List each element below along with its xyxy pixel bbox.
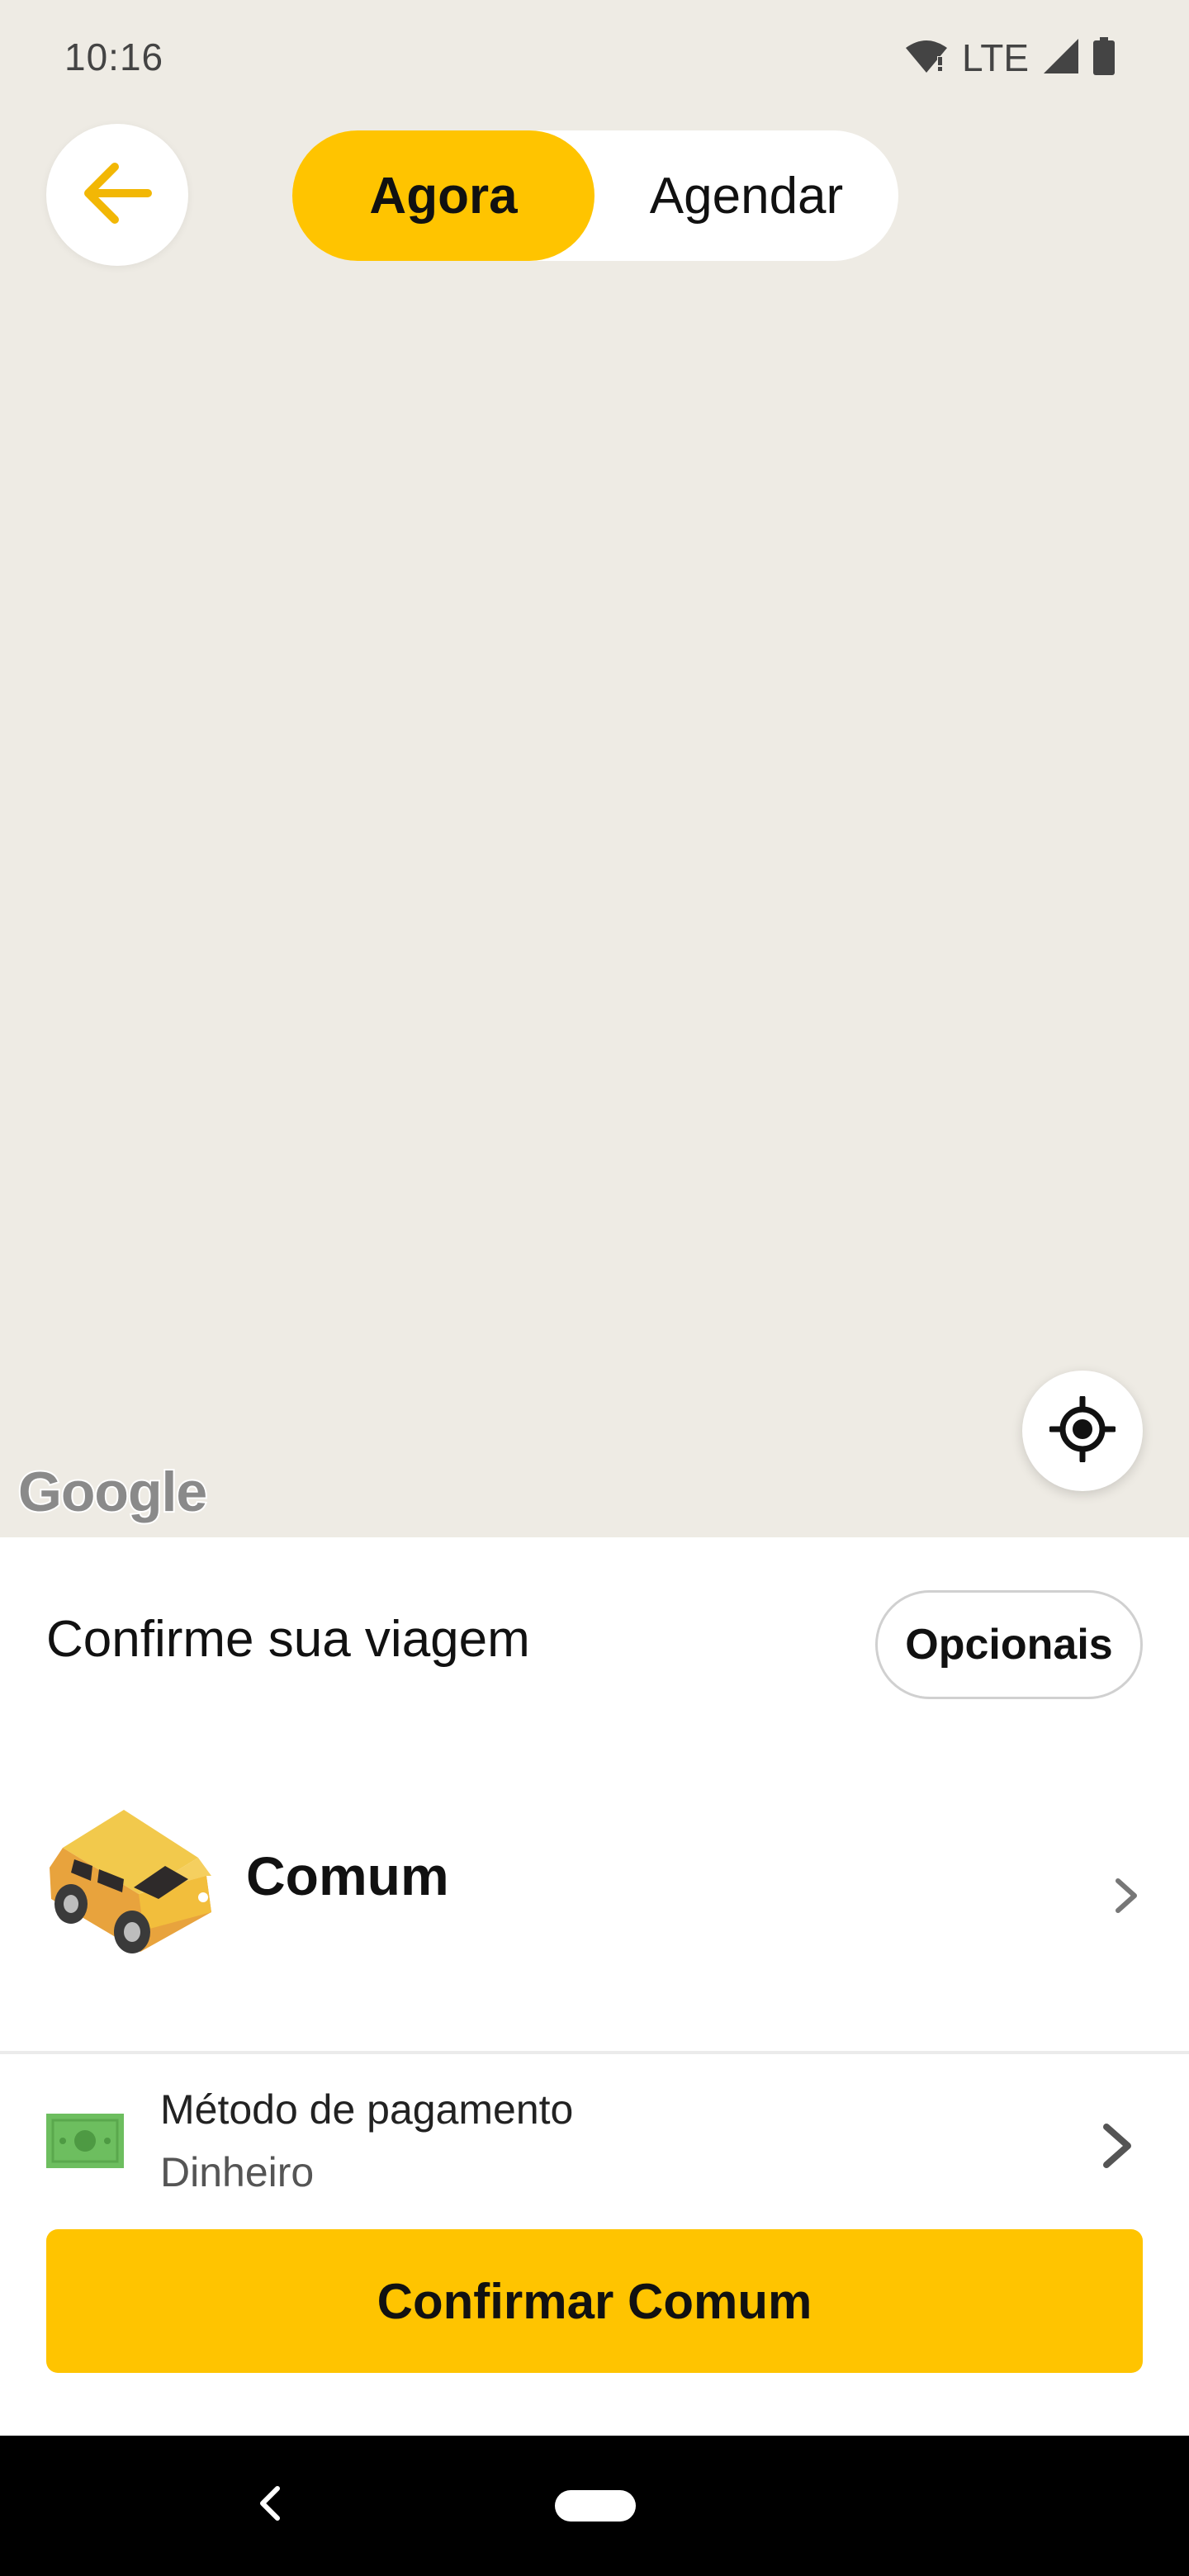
confirm-button[interactable]: Confirmar Comum [46,2229,1143,2373]
status-time: 10:16 [64,36,164,78]
status-bar: 10:16 LTE [0,0,1189,122]
status-icons: LTE [904,33,1115,83]
battery-icon [1093,36,1115,79]
time-toggle: Agora Agendar [292,130,898,261]
toggle-option-schedule[interactable]: Agendar [594,130,898,261]
signal-icon [1042,37,1080,79]
payment-method-value: Dinheiro [160,2149,315,2195]
nav-home-pill[interactable] [555,2490,636,2522]
payment-method-row[interactable]: Método de pagamento Dinheiro [0,2082,1189,2214]
network-type: LTE [962,36,1029,79]
ride-category-name: Comum [246,1845,449,1906]
sheet-title: Confirme sua viagem [46,1611,530,1668]
toggle-option-now[interactable]: Agora [292,130,594,261]
cash-icon [46,2114,124,2168]
locate-button[interactable] [1022,1371,1143,1491]
payment-method-label: Método de pagamento [160,2086,574,2133]
chevron-right-icon [1111,1876,1141,1915]
options-button[interactable]: Opcionais [875,1590,1143,1699]
system-nav-bar [0,2436,1189,2576]
chevron-right-icon [1098,2120,1136,2171]
ride-category-row[interactable]: Comum [0,1790,1189,2051]
google-logo: Google [17,1459,209,1525]
my-location-icon [1048,1395,1117,1466]
arrow-left-icon [82,162,153,229]
divider [0,2051,1189,2054]
back-button[interactable] [46,124,188,266]
wifi-icon [904,38,949,78]
confirm-trip-sheet: Confirme sua viagem Opcionais Comum Méto… [0,1537,1189,2436]
nav-back-icon[interactable] [253,2479,286,2528]
car-icon [41,1790,215,1955]
